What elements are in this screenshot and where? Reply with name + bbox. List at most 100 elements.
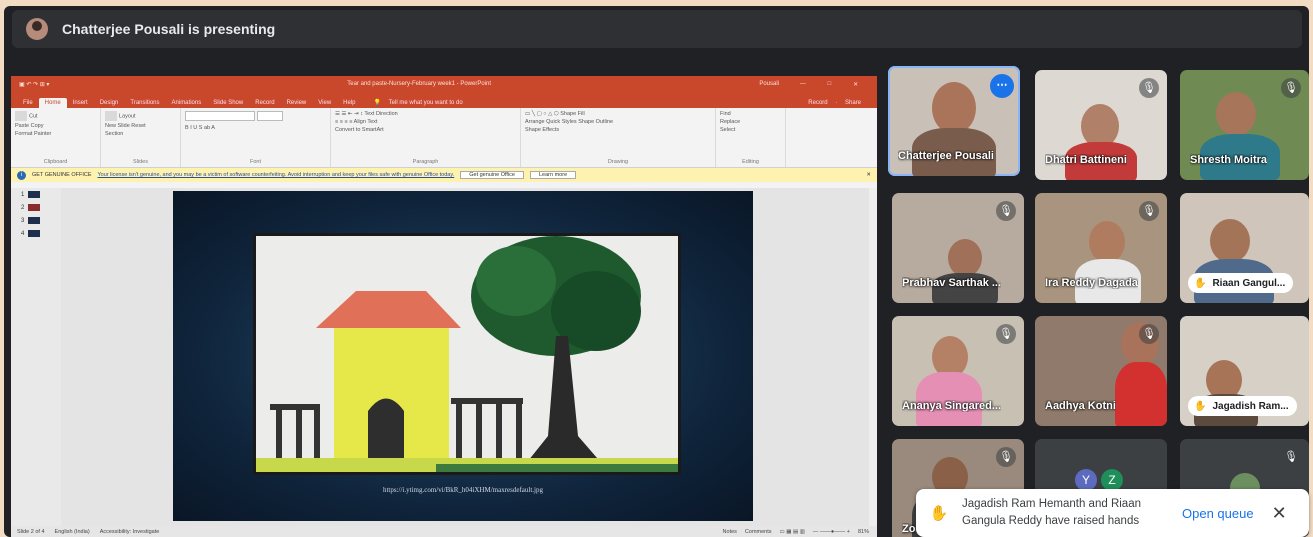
participant-video bbox=[1210, 219, 1250, 263]
warning-close-icon: ✕ bbox=[866, 172, 871, 178]
paragraph-group-label: Paragraph bbox=[412, 159, 439, 165]
participant-video bbox=[948, 239, 982, 277]
current-slide: https://i.ytimg.com/vi/BkR_h04iXHM/maxre… bbox=[173, 191, 753, 521]
avatar: Z bbox=[1101, 469, 1123, 491]
comments-label: Comments bbox=[744, 529, 772, 535]
tab-view: View bbox=[318, 100, 332, 106]
participant-name: Aadhya Kotni bbox=[1045, 400, 1116, 412]
mic-off-icon: 🎙 bbox=[1139, 78, 1159, 98]
slide-thumb: 2 bbox=[11, 201, 61, 214]
raised-hand-icon: ✋ bbox=[1194, 277, 1207, 289]
new-slide-label: New Slide bbox=[105, 123, 130, 129]
copy-label: Copy bbox=[30, 123, 44, 129]
slide-caption-url: https://i.ytimg.com/vi/BkR_h04iXHM/maxre… bbox=[382, 486, 544, 494]
drawing-group-label: Drawing bbox=[607, 159, 629, 165]
ppt-window-controls: — □ ✕ bbox=[789, 81, 869, 88]
slide-thumb-image bbox=[28, 191, 41, 198]
participant-name: Dhatri Battineni bbox=[1045, 154, 1127, 166]
tab-file: File bbox=[23, 100, 33, 106]
arrange-label: Arrange bbox=[525, 119, 545, 125]
slide-editor-area: https://i.ytimg.com/vi/BkR_h04iXHM/maxre… bbox=[61, 188, 869, 526]
zoom-slider: — ——●—— + bbox=[812, 529, 850, 535]
participant-tile[interactable]: 🎙 Shresth Moitra bbox=[1180, 70, 1309, 180]
editing-group-label: Editing bbox=[742, 159, 759, 165]
slide-count-label: Slide 2 of 4 bbox=[17, 529, 45, 535]
ppt-status-bar: Slide 2 of 4 English (India) Accessibili… bbox=[11, 526, 877, 537]
presenting-label: Chatterjee Pousali is presenting bbox=[62, 21, 276, 37]
status-right: Notes Comments ▭ ▦ ▤ ▥ — ——●—— + 81% bbox=[723, 529, 877, 535]
reset-label: Reset bbox=[131, 123, 146, 129]
accessibility-label: Accessibility: Investigate bbox=[99, 529, 160, 535]
raised-hand-icon: ✋ bbox=[929, 505, 949, 522]
mic-off-icon: 🎙 bbox=[1139, 324, 1159, 344]
close-icon: ✕ bbox=[853, 81, 859, 88]
ppt-user-name: Pousali bbox=[759, 81, 779, 87]
slides-group: Layout New Slide Reset Section Slides bbox=[101, 108, 181, 167]
participant-grid: ⋯ Chatterjee Pousali 🎙 Dhatri Battineni … bbox=[888, 66, 1309, 537]
drawing-group: ▭ ╲ ▢ ○ △ ⬡ Shape Fill Arrange Quick Sty… bbox=[521, 108, 716, 167]
get-genuine-button: Get genuine Office bbox=[460, 171, 524, 179]
slide-number: 4 bbox=[21, 230, 25, 237]
slide-thumb: 4 bbox=[11, 227, 61, 240]
tab-record: Record bbox=[255, 100, 275, 106]
genuine-office-warning-bar: i GET GENUINE OFFICE Your license isn't … bbox=[11, 168, 877, 182]
mic-off-icon: 🎙 bbox=[1281, 447, 1301, 467]
presenting-banner: Chatterjee Pousali is presenting bbox=[12, 10, 1302, 48]
font-group: B I U S ab A Font bbox=[181, 108, 331, 167]
slide-thumb: 1 bbox=[11, 188, 61, 201]
cut-label: Cut bbox=[29, 113, 38, 120]
slide-scrollbar bbox=[869, 188, 877, 526]
mic-off-icon: 🎙 bbox=[1281, 78, 1301, 98]
zoom-level: 81% bbox=[857, 529, 869, 535]
raised-hand-chip: ✋ Jagadish Ram... bbox=[1188, 396, 1297, 416]
record-share: Record · Share bbox=[796, 98, 877, 108]
participant-tile[interactable]: 🎙 Prabhav Sarthak ... bbox=[892, 193, 1024, 303]
ppt-document-title: Tear and paste-Nursery-February week1 - … bbox=[347, 81, 492, 87]
warning-message: Your license isn't genuine, and you may … bbox=[97, 172, 455, 178]
participant-tile[interactable]: 🎙 Ira Reddy Dagada bbox=[1035, 193, 1167, 303]
avatar: Y bbox=[1075, 469, 1097, 491]
participant-tile[interactable]: ✋ Jagadish Ram... bbox=[1180, 316, 1309, 426]
slide-thumb-image bbox=[28, 230, 41, 237]
raised-hand-chip: ✋ Riaan Gangul... bbox=[1188, 273, 1294, 293]
mic-off-icon: 🎙 bbox=[996, 447, 1016, 467]
ppt-ribbon: Cut Paste Copy Format Painter Clipboard … bbox=[11, 108, 877, 168]
slides-group-label: Slides bbox=[133, 159, 148, 165]
ppt-title-bar: ▣ ↶ ↷ ⊞ ▾ Tear and paste-Nursery-Februar… bbox=[11, 76, 877, 92]
tab-design: Design bbox=[99, 100, 119, 106]
participant-tile[interactable]: ⋯ Chatterjee Pousali bbox=[888, 66, 1020, 176]
open-queue-button[interactable]: Open queue bbox=[1182, 506, 1254, 521]
participant-tile[interactable]: 🎙 Ananya Singared... bbox=[892, 316, 1024, 426]
participant-tile[interactable]: 🎙 Dhatri Battineni bbox=[1035, 70, 1167, 180]
view-icons: ▭ ▦ ▤ ▥ bbox=[779, 529, 805, 535]
mic-off-icon: 🎙 bbox=[996, 201, 1016, 221]
clipboard-group: Cut Paste Copy Format Painter Clipboard bbox=[11, 108, 101, 167]
participant-name: Shresth Moitra bbox=[1190, 154, 1268, 166]
participant-name: Jagadish Ram... bbox=[1212, 400, 1289, 412]
mic-off-icon: 🎙 bbox=[996, 324, 1016, 344]
raised-hands-toast: ✋ Jagadish Ram Hemanth and Riaan Gangula… bbox=[916, 489, 1309, 537]
text-direction-label: Text Direction bbox=[364, 111, 398, 117]
tell-me-box: 💡 Tell me what you want to do bbox=[368, 97, 475, 108]
language-label: English (India) bbox=[54, 529, 90, 535]
meet-window: Chatterjee Pousali is presenting ▣ ↶ ↷ ⊞… bbox=[4, 6, 1309, 537]
close-icon[interactable]: ✕ bbox=[1272, 503, 1287, 524]
participant-tile[interactable]: 🎙 Aadhya Kotni bbox=[1035, 316, 1167, 426]
participant-name: Chatterjee Pousali bbox=[898, 150, 994, 162]
participant-name: Ira Reddy Dagada bbox=[1045, 277, 1138, 289]
more-options-icon[interactable]: ⋯ bbox=[990, 74, 1014, 98]
find-label: Find bbox=[720, 111, 731, 117]
raised-hands-message: Jagadish Ram Hemanth and Riaan Gangula R… bbox=[962, 498, 1141, 527]
new-slide-icon bbox=[105, 111, 117, 121]
font-size-box bbox=[256, 111, 283, 121]
participant-tile[interactable]: ✋ Riaan Gangul... bbox=[1180, 193, 1309, 303]
presenter-avatar bbox=[26, 18, 48, 40]
replace-label: Replace bbox=[720, 119, 741, 125]
clipboard-group-label: Clipboard bbox=[43, 159, 68, 165]
participant-name: Zo bbox=[902, 523, 916, 535]
mic-off-icon: 🎙 bbox=[1139, 201, 1159, 221]
font-group-label: Font bbox=[249, 159, 261, 165]
font-name-box bbox=[185, 111, 255, 121]
tab-transitions: Transitions bbox=[130, 100, 160, 106]
editing-group: Find Replace Select Editing bbox=[716, 108, 786, 167]
